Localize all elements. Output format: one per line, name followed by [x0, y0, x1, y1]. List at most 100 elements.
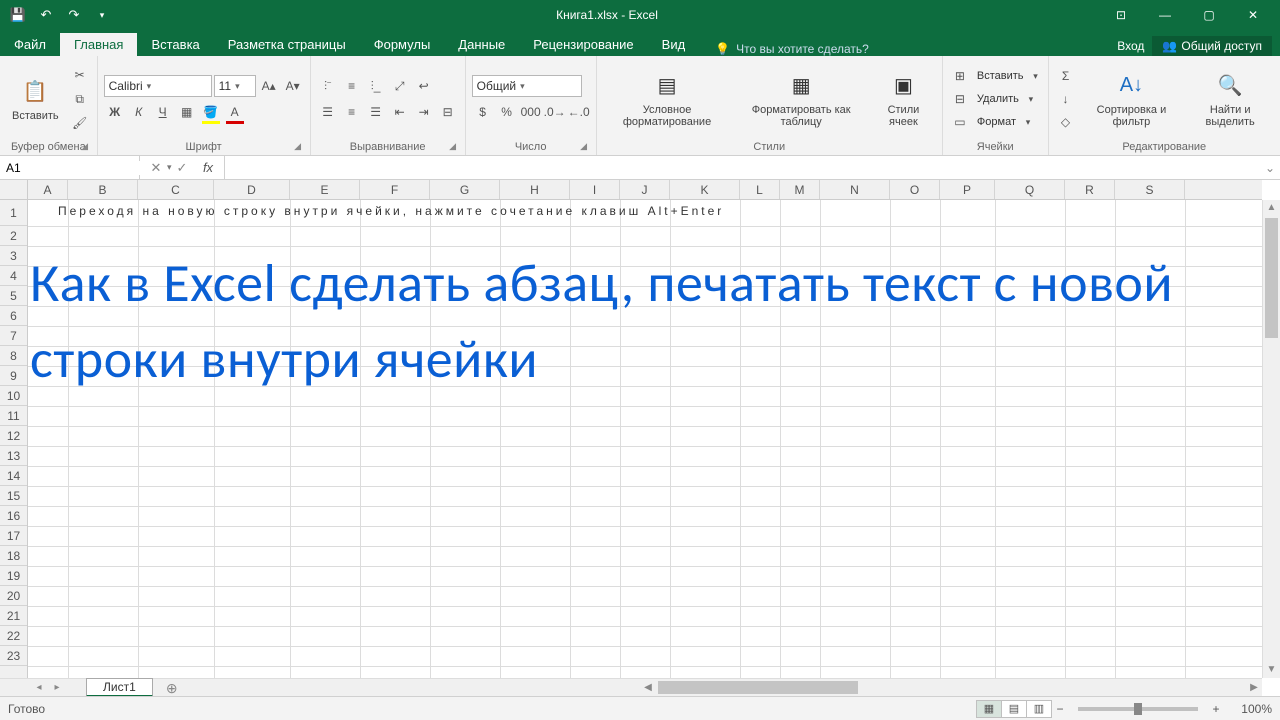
scroll-down-icon[interactable]: ▼: [1263, 662, 1280, 678]
enter-icon[interactable]: ✓: [170, 158, 194, 178]
chevron-down-icon[interactable]: ▾: [1025, 88, 1037, 110]
column-header[interactable]: P: [940, 180, 995, 199]
row-header[interactable]: 20: [0, 586, 27, 606]
copy-icon[interactable]: ⧉: [69, 88, 91, 110]
column-header[interactable]: B: [68, 180, 138, 199]
align-left-icon[interactable]: ☰: [317, 101, 339, 123]
increase-font-icon[interactable]: A▴: [258, 75, 280, 97]
conditional-formatting-button[interactable]: ▤Условное форматирование: [603, 68, 732, 130]
row-header[interactable]: 19: [0, 566, 27, 586]
zoom-slider[interactable]: [1078, 707, 1198, 711]
row-header[interactable]: 1: [0, 200, 27, 226]
row-header[interactable]: 11: [0, 406, 27, 426]
tab-review[interactable]: Рецензирование: [519, 33, 647, 56]
font-color-icon[interactable]: A: [224, 101, 246, 123]
scroll-right-icon[interactable]: ▶: [1246, 679, 1262, 696]
spreadsheet-grid[interactable]: ABCDEFGHIJKLMNOPQRS 12345678910111213141…: [0, 180, 1280, 696]
format-painter-icon[interactable]: 🖌: [69, 112, 91, 134]
column-header[interactable]: O: [890, 180, 940, 199]
borders-icon[interactable]: ▦: [176, 101, 198, 123]
scroll-left-icon[interactable]: ◀: [640, 679, 656, 696]
view-page-break-icon[interactable]: ▥: [1026, 700, 1052, 718]
cut-icon[interactable]: ✂: [69, 64, 91, 86]
align-bottom-icon[interactable]: ⫶_: [365, 75, 387, 97]
align-right-icon[interactable]: ☰: [365, 101, 387, 123]
horizontal-scrollbar[interactable]: ◀ ▶: [640, 678, 1262, 696]
signin-link[interactable]: Вход: [1117, 39, 1144, 53]
scrollbar-thumb[interactable]: [658, 681, 858, 694]
column-header[interactable]: R: [1065, 180, 1115, 199]
row-header[interactable]: 15: [0, 486, 27, 506]
select-all-corner[interactable]: [0, 180, 28, 200]
sheet-nav-prev-icon[interactable]: ◂: [30, 682, 48, 693]
autosum-icon[interactable]: Σ: [1055, 65, 1077, 87]
decrease-indent-icon[interactable]: ⇤: [389, 101, 411, 123]
merge-center-icon[interactable]: ⊟: [437, 101, 459, 123]
column-header[interactable]: J: [620, 180, 670, 199]
ribbon-options-icon[interactable]: ⊡: [1100, 4, 1142, 26]
cancel-icon[interactable]: ✕: [144, 158, 168, 178]
row-header[interactable]: 17: [0, 526, 27, 546]
zoom-out-icon[interactable]: −: [1052, 702, 1068, 716]
row-header[interactable]: 2: [0, 226, 27, 246]
orientation-icon[interactable]: ⤢: [389, 75, 411, 97]
row-header[interactable]: 9: [0, 366, 27, 386]
close-icon[interactable]: ✕: [1232, 4, 1274, 26]
row-header[interactable]: 14: [0, 466, 27, 486]
delete-cells-icon[interactable]: ⊟: [949, 88, 971, 110]
tab-data[interactable]: Данные: [444, 33, 519, 56]
row-headers[interactable]: 1234567891011121314151617181920212223: [0, 200, 28, 678]
format-as-table-button[interactable]: ▦Форматировать как таблицу: [735, 68, 866, 130]
undo-icon[interactable]: ↶: [34, 3, 58, 27]
column-headers[interactable]: ABCDEFGHIJKLMNOPQRS: [28, 180, 1262, 200]
delete-cells-button[interactable]: Удалить: [973, 93, 1023, 105]
column-header[interactable]: L: [740, 180, 780, 199]
fill-color-icon[interactable]: 🪣: [200, 101, 222, 123]
column-header[interactable]: I: [570, 180, 620, 199]
save-icon[interactable]: 💾: [6, 3, 30, 27]
percent-icon[interactable]: %: [496, 101, 518, 123]
column-header[interactable]: K: [670, 180, 740, 199]
format-cells-icon[interactable]: ▭: [949, 111, 971, 133]
column-header[interactable]: H: [500, 180, 570, 199]
redo-icon[interactable]: ↷: [62, 3, 86, 27]
expand-formula-icon[interactable]: ⌄: [1260, 156, 1280, 179]
chevron-down-icon[interactable]: ▾: [1022, 111, 1034, 133]
formula-input[interactable]: [225, 156, 1260, 179]
decrease-decimal-icon[interactable]: ←.0: [568, 101, 590, 123]
underline-button[interactable]: Ч: [152, 101, 174, 123]
row-header[interactable]: 18: [0, 546, 27, 566]
column-header[interactable]: F: [360, 180, 430, 199]
paste-button[interactable]: 📋 Вставить: [6, 74, 65, 124]
row-header[interactable]: 22: [0, 626, 27, 646]
row-header[interactable]: 7: [0, 326, 27, 346]
row-header[interactable]: 5: [0, 286, 27, 306]
dialog-launcher-icon[interactable]: ◢: [578, 141, 590, 153]
format-cells-button[interactable]: Формат: [973, 116, 1020, 128]
column-header[interactable]: G: [430, 180, 500, 199]
row-header[interactable]: 8: [0, 346, 27, 366]
chevron-down-icon[interactable]: ▾: [1030, 65, 1042, 87]
row-header[interactable]: 23: [0, 646, 27, 666]
maximize-icon[interactable]: ▢: [1188, 4, 1230, 26]
zoom-thumb[interactable]: [1134, 703, 1142, 715]
insert-cells-icon[interactable]: ⊞: [949, 65, 971, 87]
font-size-combo[interactable]: 11▾: [214, 75, 256, 97]
row-header[interactable]: 12: [0, 426, 27, 446]
wrap-text-icon[interactable]: ↩: [413, 75, 435, 97]
view-normal-icon[interactable]: ▦: [976, 700, 1002, 718]
find-select-button[interactable]: 🔍Найти и выделить: [1186, 68, 1274, 130]
tab-home[interactable]: Главная: [60, 33, 137, 56]
row-header[interactable]: 21: [0, 606, 27, 626]
tab-file[interactable]: Файл: [0, 33, 60, 56]
dialog-launcher-icon[interactable]: ◢: [292, 141, 304, 153]
sort-filter-button[interactable]: A↓Сортировка и фильтр: [1081, 68, 1183, 130]
scrollbar-thumb[interactable]: [1265, 218, 1278, 338]
clear-icon[interactable]: ◇: [1055, 111, 1077, 133]
column-header[interactable]: Q: [995, 180, 1065, 199]
increase-decimal-icon[interactable]: .0→: [544, 101, 566, 123]
align-center-icon[interactable]: ≡: [341, 101, 363, 123]
decrease-font-icon[interactable]: A▾: [282, 75, 304, 97]
zoom-level[interactable]: 100%: [1232, 702, 1272, 716]
qat-customize-icon[interactable]: ▾: [90, 3, 114, 27]
